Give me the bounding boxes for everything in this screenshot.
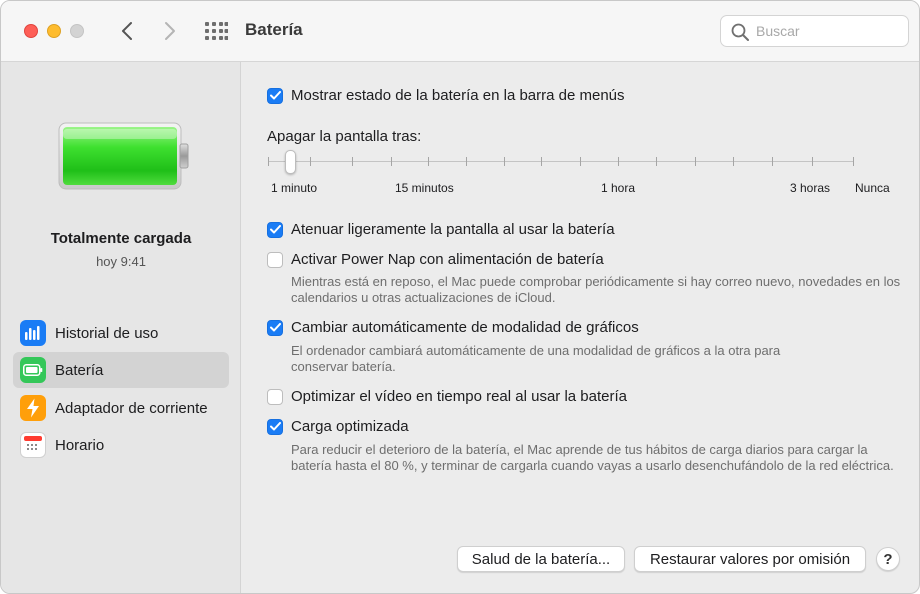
close-button[interactable]: [24, 24, 38, 38]
chevron-left-icon: [122, 22, 132, 40]
graphics-switching-checkbox-row[interactable]: Cambiar automáticamente de modalidad de …: [267, 319, 639, 336]
checkmark-icon: [269, 91, 281, 100]
battery-status-time: hoy 9:41: [96, 254, 146, 269]
search-field[interactable]: [720, 15, 909, 47]
sidebar-item-label: Adaptador de corriente: [55, 399, 208, 417]
slider-tick: [268, 157, 269, 166]
slider-tick: [853, 157, 854, 166]
power-nap-checkbox[interactable]: [267, 251, 283, 268]
slider-tick-label: 1 minuto: [271, 181, 318, 195]
graphics-switching-description: El ordenador cambiará automáticamente de…: [291, 343, 781, 374]
slider-tick: [695, 157, 696, 166]
toolbar: Batería: [1, 1, 919, 62]
grid-icon: [205, 22, 229, 40]
optimized-charging-label: Carga optimizada: [291, 418, 409, 435]
checkmark-icon: [269, 225, 281, 234]
preferences-window: Batería Buscar Totalmente cargada hoy 9:…: [0, 0, 920, 594]
power-nap-description: Mientras está en reposo, el Mac puede co…: [291, 274, 901, 305]
sidebar-item-schedule[interactable]: Horario: [13, 427, 229, 463]
video-streaming-checkbox-row[interactable]: Optimizar el vídeo en tiempo real al usa…: [267, 388, 627, 405]
show-status-checkbox[interactable]: [267, 87, 283, 104]
slider-tick: [733, 157, 734, 166]
slider-tick: [428, 157, 429, 166]
search-icon: [731, 23, 749, 41]
slider-tick: [580, 157, 581, 166]
slider-tick: [310, 157, 311, 166]
battery-level-icon: [58, 122, 189, 190]
power-nap-checkbox-row[interactable]: Activar Power Nap con alimentación de ba…: [267, 251, 604, 268]
forward-button[interactable]: [157, 17, 183, 45]
slider-tick: [541, 157, 542, 166]
slider-tick-label: 3 horas: [790, 181, 831, 195]
slider-thumb[interactable]: [285, 150, 296, 174]
search-input[interactable]: [756, 16, 904, 46]
optimized-charging-description: Para reducir el deterioro de la batería,…: [291, 442, 894, 473]
bar-chart-icon: [20, 320, 46, 346]
graphics-switching-label: Cambiar automáticamente de modalidad de …: [291, 319, 639, 336]
show-status-label: Mostrar estado de la batería en la barra…: [291, 87, 625, 104]
slider-tick-label: 1 hora: [601, 181, 636, 195]
video-streaming-checkbox[interactable]: [267, 388, 283, 405]
battery-health-button[interactable]: Salud de la batería...: [457, 546, 625, 572]
slider-tick: [352, 157, 353, 166]
sidebar: Totalmente cargada hoy 9:41 Historial de…: [1, 62, 241, 593]
slider-tick: [504, 157, 505, 166]
slider-tick: [391, 157, 392, 166]
optimized-charging-checkbox-row[interactable]: Carga optimizada: [267, 418, 409, 435]
display-off-label: Apagar la pantalla tras:: [267, 128, 422, 145]
slider-tick-label: 15 minutos: [395, 181, 454, 195]
back-button[interactable]: [114, 17, 140, 45]
power-nap-label: Activar Power Nap con alimentación de ba…: [291, 251, 604, 268]
sidebar-item-power-adapter[interactable]: Adaptador de corriente: [13, 390, 229, 426]
sidebar-item-label: Batería: [55, 361, 104, 379]
lightning-icon: [20, 395, 46, 421]
slider-track: [268, 161, 854, 162]
sidebar-item-battery[interactable]: Batería: [13, 352, 229, 388]
dim-display-checkbox[interactable]: [267, 221, 283, 238]
window-title: Batería: [245, 20, 303, 39]
optimized-charging-checkbox[interactable]: [267, 418, 283, 435]
battery-icon: [20, 357, 46, 383]
show-status-checkbox-row[interactable]: Mostrar estado de la batería en la barra…: [267, 87, 625, 104]
sidebar-item-usage-history[interactable]: Historial de uso: [13, 315, 229, 351]
minimize-button[interactable]: [47, 24, 61, 38]
chevron-right-icon: [165, 22, 175, 40]
slider-tick-label: Nunca: [855, 181, 890, 195]
slider-tick: [466, 157, 467, 166]
slider-tick: [772, 157, 773, 166]
help-button[interactable]: ?: [876, 547, 900, 571]
graphics-switching-checkbox[interactable]: [267, 319, 283, 336]
calendar-icon: [20, 432, 46, 458]
sidebar-item-label: Horario: [55, 436, 105, 454]
show-all-button[interactable]: [204, 19, 229, 43]
zoom-button[interactable]: [70, 24, 84, 38]
slider-tick: [656, 157, 657, 166]
checkmark-icon: [269, 323, 281, 332]
restore-defaults-button[interactable]: Restaurar valores por omisión: [634, 546, 866, 572]
sidebar-item-label: Historial de uso: [55, 324, 159, 342]
slider-tick: [812, 157, 813, 166]
dim-display-checkbox-row[interactable]: Atenuar ligeramente la pantalla al usar …: [267, 221, 615, 238]
slider-tick: [618, 157, 619, 166]
battery-status-title: Totalmente cargada: [50, 230, 192, 247]
dim-display-label: Atenuar ligeramente la pantalla al usar …: [291, 221, 615, 238]
video-streaming-label: Optimizar el vídeo en tiempo real al usa…: [291, 388, 627, 405]
battery-settings-panel: Mostrar estado de la batería en la barra…: [242, 62, 919, 593]
checkmark-icon: [269, 422, 281, 431]
